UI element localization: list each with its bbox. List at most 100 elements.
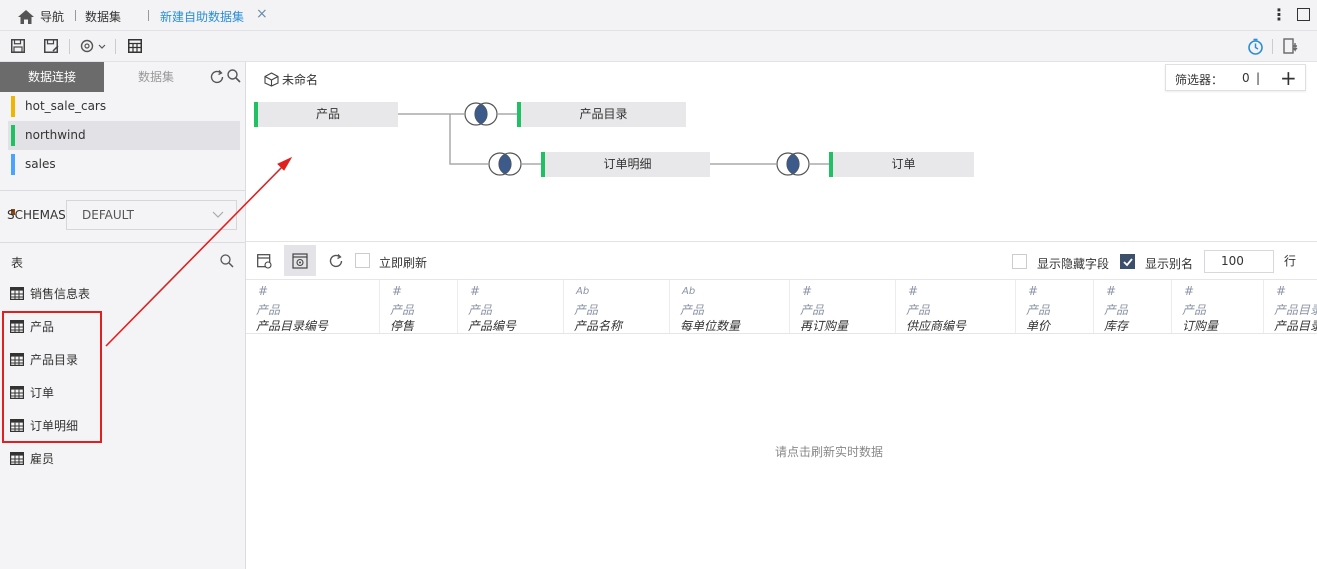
column-name: 停售 (390, 319, 415, 333)
tab-new-self-service-dataset[interactable]: 新建自助数据集 (160, 8, 244, 25)
breadcrumb-dataset[interactable]: 数据集 (85, 8, 121, 25)
auto-refresh-checkbox[interactable] (355, 253, 370, 268)
column-header[interactable]: # 产品 产品编号 (458, 280, 564, 333)
column-header[interactable]: Ab 产品 每单位数量 (670, 280, 790, 333)
connection-name: sales (25, 157, 56, 171)
table-list: 销售信息表 产品 产品目录 订单 订单明细 雇员 (0, 277, 246, 475)
table-item[interactable]: 产品目录 (0, 343, 246, 376)
row-count-input[interactable]: 100 (1204, 250, 1274, 273)
import-icon[interactable] (1283, 38, 1298, 55)
preview-icon (292, 253, 308, 269)
column-source: 产品 (574, 303, 599, 317)
show-alias-checkbox[interactable] (1120, 254, 1135, 269)
table-item[interactable]: 产品 (0, 310, 246, 343)
show-hidden-fields-checkbox[interactable] (1012, 254, 1027, 269)
join-canvas[interactable]: 未命名 筛选器： 0 | + 产品 产品目录 订单明细 订单 (246, 62, 1317, 242)
refresh-icon[interactable] (328, 253, 344, 269)
column-header[interactable]: # 产品 停售 (380, 280, 458, 333)
left-tabs: 数据连接 数据集 (0, 62, 246, 92)
connection-name: northwind (25, 128, 86, 142)
type-icon: # (802, 284, 813, 298)
save-icon[interactable] (11, 39, 25, 53)
grid-header: # 产品 产品目录编号 # 产品 停售 # 产品 产品编号 Ab 产品 产品名称… (246, 279, 1317, 334)
connection-item[interactable]: northwind (8, 121, 240, 150)
connection-list: hot_sale_cars northwind sales (8, 92, 240, 215)
tables-title: 表 (11, 256, 24, 270)
column-header[interactable]: # 产品 单价 (1016, 280, 1094, 333)
maximize-icon[interactable] (1297, 8, 1310, 21)
table-item[interactable]: 雇员 (0, 442, 246, 475)
table-icon (10, 386, 24, 399)
type-icon: Ab (682, 286, 696, 297)
column-source: 产品 (906, 303, 931, 317)
node-product[interactable]: 产品 (254, 102, 398, 127)
toolbar (0, 31, 1317, 62)
top-tab-bar: 导航 数据集 新建自助数据集 × ⋮ (0, 0, 1317, 31)
column-header[interactable]: Ab 产品 产品名称 (564, 280, 670, 333)
left-panel: 数据连接 数据集 hot_sale_cars northwind sales S… (0, 62, 246, 569)
type-icon: # (1276, 284, 1287, 298)
column-header[interactable]: # 产品目录 产品目录 (1264, 280, 1317, 333)
row-unit-label: 行 (1284, 254, 1297, 268)
column-source: 产品 (256, 303, 281, 317)
tab-data-connections[interactable]: 数据连接 (0, 62, 104, 92)
column-header[interactable]: # 产品 供应商编号 (896, 280, 1016, 333)
refresh-icon[interactable] (209, 69, 225, 85)
column-name: 产品目录 (1274, 319, 1317, 333)
connection-item[interactable]: sales (8, 150, 240, 179)
table-name: 产品目录 (30, 353, 79, 367)
schemas-select[interactable]: DEFAULT (66, 200, 237, 230)
search-icon[interactable] (220, 254, 234, 268)
table-name: 订单 (30, 386, 55, 400)
more-vertical-icon[interactable]: ⋮ (1271, 5, 1287, 24)
column-source: 产品 (468, 303, 493, 317)
settings-dropdown-icon[interactable] (80, 39, 108, 54)
inner-join-icon[interactable] (487, 152, 523, 176)
save-as-icon[interactable] (44, 39, 59, 54)
nav-home[interactable]: 导航 (18, 8, 64, 25)
show-alias-label: 显示别名 (1145, 257, 1194, 271)
column-name: 每单位数量 (680, 319, 741, 333)
column-header[interactable]: # 产品 库存 (1094, 280, 1172, 333)
connection-color-bar (11, 154, 15, 175)
connection-name: hot_sale_cars (25, 99, 107, 113)
column-name: 单价 (1026, 319, 1051, 333)
table-icon[interactable] (128, 39, 142, 53)
preview-toggle[interactable] (284, 245, 316, 276)
table-name: 产品 (30, 320, 55, 334)
node-order[interactable]: 订单 (829, 152, 974, 177)
divider (75, 10, 76, 21)
connection-color-bar (11, 125, 15, 146)
type-icon: # (392, 284, 403, 298)
schemas-value: DEFAULT (82, 208, 134, 222)
type-icon: # (470, 284, 481, 298)
connection-color-bar (11, 96, 15, 117)
tab-datasets[interactable]: 数据集 (104, 62, 208, 92)
inner-join-icon[interactable] (775, 152, 811, 176)
auto-refresh-label: 立即刷新 (379, 256, 428, 270)
type-icon: # (1184, 284, 1195, 298)
column-name: 库存 (1104, 319, 1129, 333)
column-name: 供应商编号 (906, 319, 967, 333)
search-icon[interactable] (227, 69, 241, 83)
inner-join-icon[interactable] (463, 102, 499, 126)
column-header[interactable]: # 产品 订购量 (1172, 280, 1264, 333)
column-name: 产品名称 (574, 319, 623, 333)
connection-item[interactable]: hot_sale_cars (8, 92, 240, 121)
table-item[interactable]: 订单明细 (0, 409, 246, 442)
timer-icon[interactable] (1247, 38, 1264, 55)
column-header[interactable]: # 产品 产品目录编号 (246, 280, 380, 333)
column-source: 产品 (1026, 303, 1051, 317)
close-tab-icon[interactable]: × (256, 6, 268, 22)
column-header[interactable]: # 产品 再订购量 (790, 280, 896, 333)
chevron-down-icon (212, 211, 224, 218)
table-item[interactable]: 销售信息表 (0, 277, 246, 310)
column-source: 产品 (800, 303, 825, 317)
table-name: 订单明细 (30, 419, 79, 433)
table-item[interactable]: 订单 (0, 376, 246, 409)
schemas-label: SCHEMAS (7, 208, 66, 222)
grid-toolbar: 立即刷新 显示隐藏字段 显示别名 100 行 (246, 243, 1317, 279)
node-product-category[interactable]: 产品目录 (517, 102, 686, 127)
node-order-detail[interactable]: 订单明细 (541, 152, 710, 177)
field-settings-icon[interactable] (257, 254, 272, 269)
